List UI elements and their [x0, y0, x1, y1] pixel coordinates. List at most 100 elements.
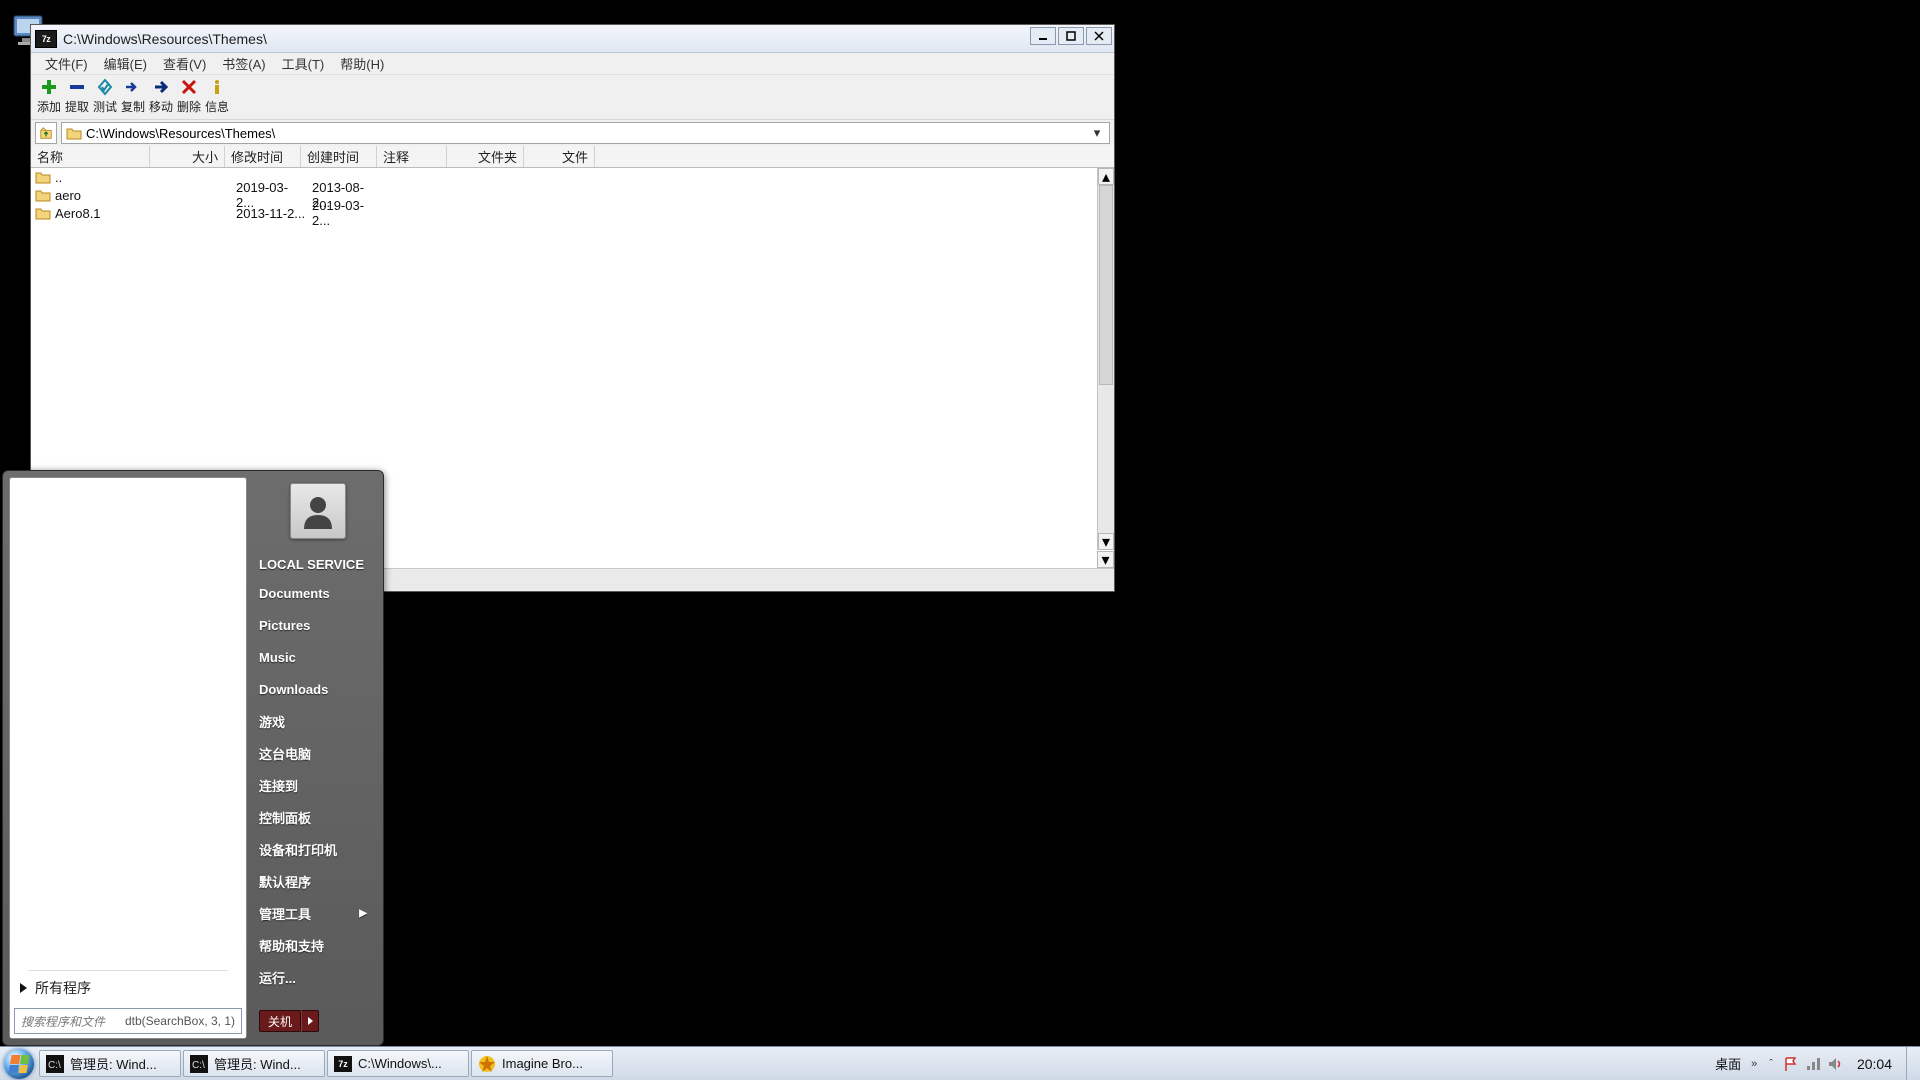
start-item-admintools[interactable]: 管理工具▶: [259, 897, 377, 929]
taskbar-button-cmd1[interactable]: C:\管理员: Wind...: [39, 1050, 181, 1077]
start-item-label: Pictures: [259, 618, 310, 633]
menu-书签(A)[interactable]: 书签(A): [214, 54, 273, 73]
all-programs-label: 所有程序: [35, 978, 91, 998]
toolbar-overflow-icon[interactable]: »: [1749, 1058, 1759, 1070]
desktop: 7z C:\Windows\Resources\Themes\ 文件(F)编辑(…: [0, 0, 1920, 1080]
toolbar-extract-button[interactable]: 提取: [63, 77, 91, 117]
chevron-right-icon: [20, 983, 27, 993]
start-menu-search-input[interactable]: 搜索程序和文件 dtb(SearchBox, 3, 1): [14, 1008, 242, 1034]
start-menu-programs-list[interactable]: [10, 478, 246, 970]
shutdown-menu-button[interactable]: [301, 1010, 319, 1032]
taskbar-button-cmd2[interactable]: C:\管理员: Wind...: [183, 1050, 325, 1077]
start-item-label: 连接到: [259, 776, 298, 795]
column-header-size[interactable]: 大小: [150, 146, 225, 167]
close-button[interactable]: [1086, 27, 1112, 45]
folder-icon: [35, 205, 51, 221]
windows-orb-icon: [4, 1049, 34, 1079]
menu-文件(F)[interactable]: 文件(F): [37, 54, 96, 73]
start-item-music[interactable]: Music: [259, 641, 377, 673]
start-item-help[interactable]: 帮助和支持: [259, 929, 377, 961]
start-button[interactable]: [0, 1047, 38, 1080]
start-item-computer[interactable]: 这台电脑: [259, 737, 377, 769]
titlebar[interactable]: 7z C:\Windows\Resources\Themes\: [31, 25, 1114, 53]
toolbar: 添加提取测试复制移动删除信息: [31, 75, 1114, 120]
start-item-run[interactable]: 运行...: [259, 961, 377, 993]
column-header-comment[interactable]: 注释: [377, 146, 447, 167]
toolbar-copy-button[interactable]: 复制: [119, 77, 147, 117]
start-item-label: 运行...: [259, 968, 296, 987]
start-item-control[interactable]: 控制面板: [259, 801, 377, 833]
network-icon[interactable]: [1805, 1056, 1821, 1072]
start-item-devices[interactable]: 设备和打印机: [259, 833, 377, 865]
all-programs-button[interactable]: 所有程序: [28, 970, 228, 1004]
taskbar-button-label: C:\Windows\...: [358, 1056, 442, 1071]
start-item-label: 帮助和支持: [259, 936, 324, 955]
start-item-documents[interactable]: Documents: [259, 577, 377, 609]
show-desktop-label[interactable]: 桌面: [1715, 1054, 1741, 1073]
start-item-pictures[interactable]: Pictures: [259, 609, 377, 641]
toolbar-info-button[interactable]: 信息: [203, 77, 231, 117]
volume-icon[interactable]: [1827, 1056, 1843, 1072]
toolbar-info-label: 信息: [205, 98, 229, 114]
toolbar-delete-button[interactable]: 删除: [175, 77, 203, 117]
shutdown-button[interactable]: 关机: [259, 1010, 301, 1032]
shutdown-group: 关机: [259, 1009, 323, 1033]
toolbar-test-button[interactable]: 测试: [91, 77, 119, 117]
scroll-down-corner-icon[interactable]: ▾: [1097, 551, 1114, 568]
file-created: 2019-03-2...: [306, 198, 382, 228]
menu-查看(V)[interactable]: 查看(V): [155, 54, 214, 73]
toolbar-move-button[interactable]: 移动: [147, 77, 175, 117]
system-tray: [1783, 1056, 1843, 1072]
start-menu: 所有程序 搜索程序和文件 dtb(SearchBox, 3, 1) LOCAL …: [2, 470, 384, 1046]
copy-icon: [124, 77, 142, 97]
maximize-button[interactable]: [1058, 27, 1084, 45]
menu-编辑(E)[interactable]: 编辑(E): [96, 54, 155, 73]
address-field[interactable]: C:\Windows\Resources\Themes\ ▾: [61, 122, 1110, 144]
start-user-name[interactable]: LOCAL SERVICE: [259, 551, 377, 577]
file-row[interactable]: Aero8.12013-11-2...2019-03-2...: [31, 204, 382, 222]
taskbar-button-label: Imagine Bro...: [502, 1056, 583, 1071]
add-icon: [40, 77, 58, 97]
window-title: C:\Windows\Resources\Themes\: [61, 31, 1030, 47]
search-placeholder: 搜索程序和文件: [21, 1013, 105, 1030]
column-header-folders[interactable]: 文件夹: [447, 146, 524, 167]
start-item-downloads[interactable]: Downloads: [259, 673, 377, 705]
toolbar-move-label: 移动: [149, 98, 173, 114]
vertical-scrollbar[interactable]: ▴ ▾: [1097, 168, 1114, 550]
address-text: C:\Windows\Resources\Themes\: [86, 126, 1089, 141]
shutdown-label: 关机: [268, 1013, 292, 1030]
menu-帮助(H)[interactable]: 帮助(H): [332, 54, 392, 73]
column-header-files[interactable]: 文件: [524, 146, 595, 167]
start-menu-right-panel: LOCAL SERVICE Documents Pictures Music Down…: [247, 477, 377, 1039]
column-header-row: 名称大小修改时间创建时间注释文件夹文件: [31, 146, 1114, 168]
column-header-name[interactable]: 名称: [31, 146, 150, 167]
start-item-games[interactable]: 游戏: [259, 705, 377, 737]
minimize-button[interactable]: [1030, 27, 1056, 45]
cmd-icon: C:\: [46, 1055, 64, 1073]
menu-工具(T)[interactable]: 工具(T): [274, 54, 333, 73]
start-item-label: 这台电脑: [259, 744, 311, 763]
start-item-label: Downloads: [259, 682, 328, 697]
toolbar-test-label: 测试: [93, 98, 117, 114]
tray-overflow-icon[interactable]: ˆ: [1767, 1058, 1775, 1070]
show-desktop-button[interactable]: [1906, 1047, 1916, 1080]
toolbar-add-button[interactable]: 添加: [35, 77, 63, 117]
scroll-down-icon[interactable]: ▾: [1098, 533, 1114, 550]
flag-icon[interactable]: [1783, 1056, 1799, 1072]
toolbar-copy-label: 复制: [121, 98, 145, 114]
extract-icon: [68, 77, 86, 97]
user-label: LOCAL SERVICE: [259, 557, 364, 572]
address-dropdown-icon[interactable]: ▾: [1089, 125, 1105, 141]
column-header-created[interactable]: 创建时间: [301, 146, 377, 167]
user-avatar[interactable]: [290, 483, 346, 539]
column-header-modified[interactable]: 修改时间: [225, 146, 301, 167]
taskbar-button-imagine[interactable]: Imagine Bro...: [471, 1050, 613, 1077]
start-item-defaults[interactable]: 默认程序: [259, 865, 377, 897]
scroll-thumb[interactable]: [1099, 185, 1113, 385]
up-button[interactable]: [35, 122, 57, 144]
scroll-up-icon[interactable]: ▴: [1098, 168, 1114, 185]
start-item-connect[interactable]: 连接到: [259, 769, 377, 801]
file-name: aero: [55, 188, 155, 203]
taskbar-button-7z[interactable]: 7zC:\Windows\...: [327, 1050, 469, 1077]
taskbar-clock[interactable]: 20:04: [1851, 1056, 1898, 1072]
